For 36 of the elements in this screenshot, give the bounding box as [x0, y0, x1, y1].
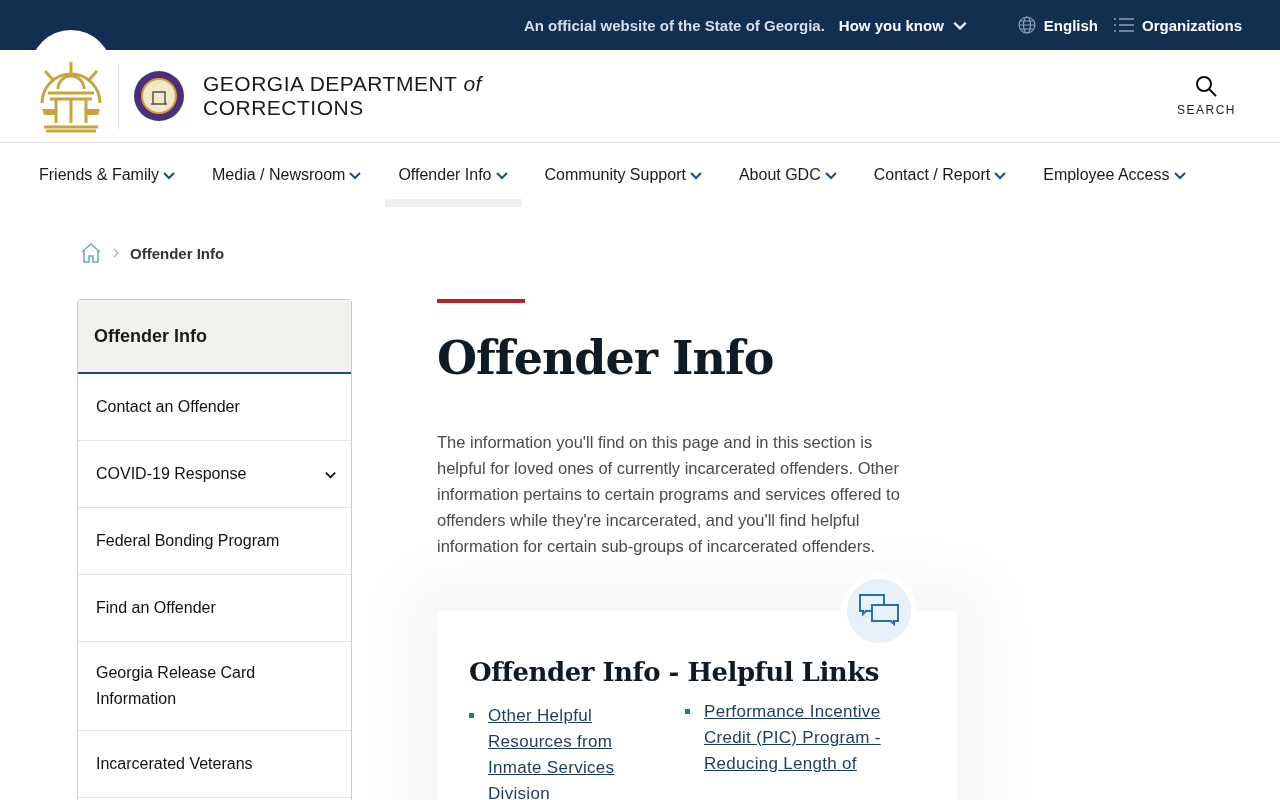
- sidebar-item[interactable]: Georgia Release Card Information: [78, 642, 351, 731]
- page-title: Offender Info: [437, 331, 775, 385]
- globe-icon: [1017, 16, 1036, 34]
- chevron-right-icon: [112, 248, 120, 258]
- sidebar-title[interactable]: Offender Info: [78, 300, 351, 374]
- nav-item[interactable]: Media / Newsroom: [199, 143, 376, 207]
- how-you-know-button[interactable]: How you know: [838, 16, 968, 34]
- card-title: Offender Info - Helpful Links: [469, 657, 880, 687]
- bullet-icon: [469, 713, 474, 718]
- sidebar-item[interactable]: Incarcerated Veterans: [78, 731, 351, 798]
- nav-item[interactable]: Community Support: [531, 143, 716, 207]
- seal-logo: [133, 70, 185, 122]
- sidebar-item[interactable]: Contact an Offender: [78, 374, 351, 441]
- nav-item[interactable]: Offender Info: [385, 143, 522, 207]
- site-title: GEORGIA DEPARTMENT of: [203, 72, 482, 96]
- search-button[interactable]: SEARCH: [1171, 74, 1242, 118]
- intro-text: The information you'll find on this page and in this section is helpful for loved ones of currently incarcerated offenders. Other information pertains to certain programs and services offered to offenders while they're incarcerated, and you'll find helpful information for certain sub-groups of incarcerated offenders.: [437, 432, 901, 557]
- helpful-link[interactable]: Performance Incentive Credit (PIC) Program - Reducing Length of: [704, 699, 900, 777]
- organizations-button[interactable]: Organizations: [1114, 16, 1242, 34]
- sidebar-item[interactable]: Find an Offender: [78, 575, 351, 642]
- sidebar-item[interactable]: COVID-19 Response: [78, 441, 351, 508]
- chat-icon: [858, 593, 900, 629]
- home-icon[interactable]: [80, 243, 102, 263]
- site-title: CORRECTIONS: [203, 96, 365, 120]
- nav-item[interactable]: Friends & Family: [26, 143, 190, 207]
- helpful-link[interactable]: Other Helpful Resources from Inmate Services Division: [488, 703, 669, 800]
- list-icon: [1114, 18, 1134, 32]
- language-button[interactable]: English: [1017, 16, 1098, 34]
- breadcrumb-current: Offender Info: [130, 244, 225, 262]
- nav-item[interactable]: Contact / Report: [860, 143, 1021, 207]
- nav-item[interactable]: Employee Access: [1030, 143, 1200, 207]
- search-icon: [1195, 75, 1218, 97]
- official-notice: An official website of the State of Georgia.: [523, 16, 825, 34]
- bullet-icon: [685, 709, 690, 714]
- nav-item[interactable]: About GDC: [725, 143, 851, 207]
- sidebar-item[interactable]: Federal Bonding Program: [78, 508, 351, 575]
